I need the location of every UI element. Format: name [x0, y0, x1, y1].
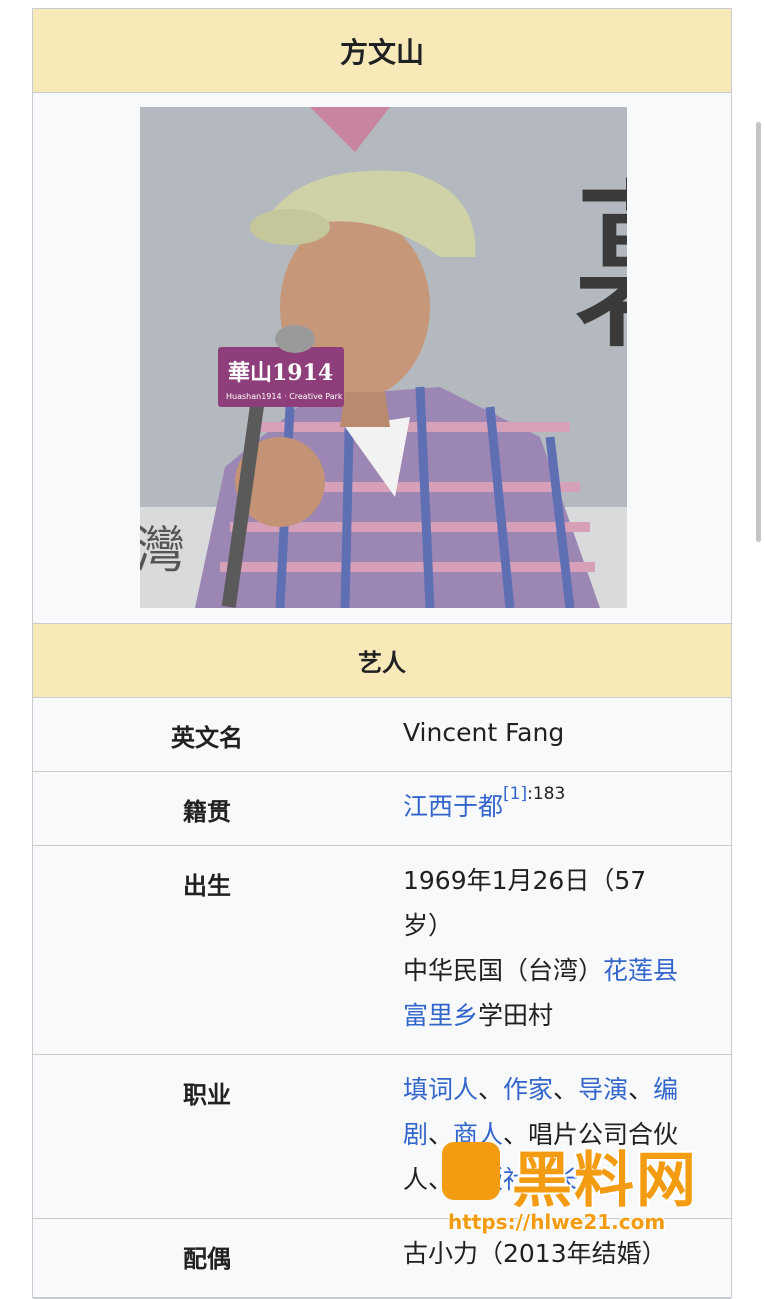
image-cell: 幕 灣 華山1914 Huashan1914 · Creative Park: [33, 93, 731, 624]
background-character-2: 灣: [140, 521, 185, 579]
mic-sign-text: 華山1914: [228, 360, 333, 386]
row-label: 配偶: [183, 1245, 231, 1273]
row-label: 英文名: [171, 724, 243, 752]
row-english-name: 英文名 Vincent Fang: [33, 698, 731, 772]
citation-page: :183: [527, 784, 566, 804]
row-label: 职业: [183, 1081, 231, 1109]
row-label: 出生: [183, 872, 231, 900]
birth-age: 岁）: [403, 911, 454, 940]
link-fuli-township[interactable]: 富里乡: [403, 1001, 478, 1030]
portrait-photo[interactable]: 幕 灣 華山1914 Huashan1914 · Creative Park: [140, 107, 627, 608]
mic-sign-subtext: Huashan1914 · Creative Park: [226, 392, 343, 401]
scrollbar[interactable]: [756, 122, 761, 542]
link-writer[interactable]: 作家: [503, 1075, 553, 1104]
link-lyricist[interactable]: 填词人: [403, 1075, 478, 1104]
background-character: 幕: [570, 161, 627, 382]
link-businessman[interactable]: 商人: [453, 1120, 503, 1149]
citation-ref[interactable]: [1]: [503, 784, 527, 804]
row-occupation: 职业 填词人、作家、导演、编剧、商人、唱片公司合伙人、出版社社长: [33, 1055, 731, 1219]
infobox-title: 方文山: [33, 9, 731, 93]
row-label: 籍贯: [183, 798, 231, 826]
link-jiangxi-yudu[interactable]: 江西于都: [403, 792, 503, 821]
row-value: 古小力（2013年结婚）: [403, 1239, 667, 1268]
row-value: 填词人、作家、导演、编剧、商人、唱片公司合伙人、出版社社长: [381, 1047, 731, 1218]
birth-date: 1969年1月26日（57: [403, 866, 647, 895]
separator: 、: [628, 1075, 654, 1104]
row-birth: 出生 1969年1月26日（57 岁） 中华民国（台湾）花莲县 富里乡学田村: [33, 846, 731, 1055]
row-value: 江西于都[1]:183: [381, 764, 731, 845]
row-native-place: 籍贯 江西于都[1]:183: [33, 772, 731, 846]
section-header-artist: 艺人: [33, 624, 731, 698]
row-value: Vincent Fang: [403, 718, 565, 747]
link-hualien-county[interactable]: 花莲县: [603, 956, 678, 985]
link-publisher[interactable]: 出版社社长: [453, 1165, 578, 1194]
separator: 、: [553, 1075, 579, 1104]
separator: 、: [428, 1120, 454, 1149]
row-value: 1969年1月26日（57 岁） 中华民国（台湾）花莲县 富里乡学田村: [381, 838, 731, 1054]
separator: 、: [478, 1075, 504, 1104]
link-director[interactable]: 导演: [578, 1075, 628, 1104]
birth-country: 中华民国（台湾）: [403, 956, 604, 985]
infobox: 方文山 幕 灣: [32, 8, 732, 1299]
birth-village: 学田村: [478, 1001, 554, 1030]
row-spouse: 配偶 古小力（2013年结婚）: [33, 1219, 731, 1299]
